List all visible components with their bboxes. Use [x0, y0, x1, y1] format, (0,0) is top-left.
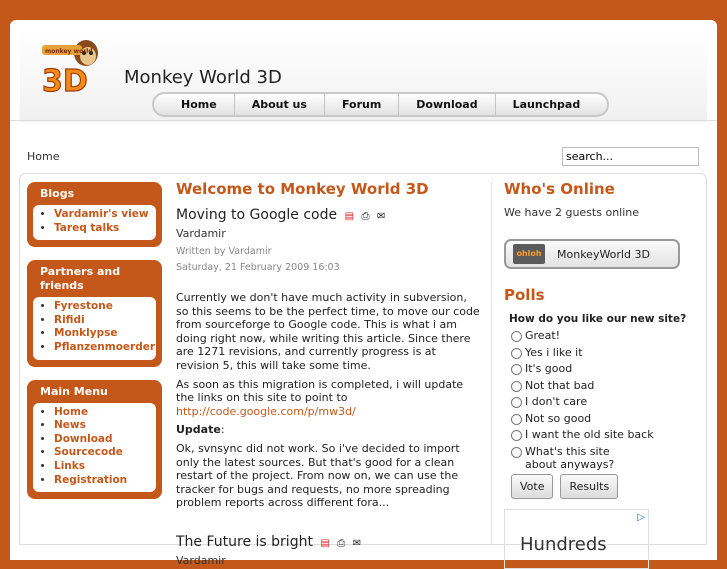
poll-option[interactable]: I don't care: [511, 395, 704, 408]
article-date: Saturday, 21 February 2009 16:03: [176, 262, 340, 273]
blogs-module: Blogs Vardamir's view Tareq talks: [27, 182, 162, 248]
poll-radio[interactable]: [511, 347, 522, 359]
article-author: Vardamir: [176, 553, 226, 567]
main-nav: Home About us Forum Download Launchpad: [152, 92, 610, 117]
partner-link[interactable]: Fyrestone: [54, 300, 152, 314]
site-logo[interactable]: monkey world 3D: [38, 35, 103, 100]
partner-link[interactable]: Rifidi: [54, 314, 152, 328]
article-title: Moving to Google code ▤ ⎙ ✉: [176, 207, 480, 223]
ad-banner[interactable]: ▷ Hundreds: [504, 509, 649, 569]
menu-link-sourcecode[interactable]: Sourcecode: [54, 446, 152, 460]
print-icon[interactable]: ⎙: [337, 538, 345, 549]
poll-option[interactable]: It's good: [511, 362, 704, 375]
left-column: Blogs Vardamir's view Tareq talks Partne…: [27, 182, 162, 512]
poll-option[interactable]: Yes i like it: [511, 346, 704, 359]
right-column: Who's Online We have 2 guests online ohl…: [504, 180, 704, 569]
nav-forum[interactable]: Forum: [323, 94, 398, 115]
poll-option[interactable]: Not that bad: [511, 379, 704, 392]
pdf-icon[interactable]: ▤: [345, 211, 354, 222]
whos-online-text: We have 2 guests online: [504, 206, 640, 219]
partners-module: Partners and friends Fyrestone Rifidi Mo…: [27, 260, 162, 367]
results-button[interactable]: Results: [560, 474, 619, 499]
partner-link[interactable]: Monklypse: [54, 327, 152, 341]
svg-text:3D: 3D: [42, 64, 88, 95]
blogs-title: Blogs: [40, 187, 75, 200]
poll-option[interactable]: I want the old site back: [511, 428, 704, 441]
page-heading: Welcome to Monkey World 3D: [176, 180, 429, 198]
pdf-icon[interactable]: ▤: [320, 538, 329, 549]
vote-button[interactable]: Vote: [511, 474, 554, 499]
polls-title: Polls: [504, 286, 545, 304]
poll-option[interactable]: What's this site about anyways?: [511, 445, 631, 471]
article-title-link[interactable]: Moving to Google code: [176, 207, 337, 223]
svg-text:monkey world: monkey world: [45, 48, 93, 55]
nav-home[interactable]: Home: [164, 94, 234, 115]
update-label: Update:: [176, 423, 225, 437]
poll-radio[interactable]: [511, 364, 522, 375]
main-menu-module: Main Menu Home News Download Sourcecode …: [27, 379, 162, 500]
article-written-by: Written by Vardamir: [176, 246, 272, 257]
article-title: The Future is bright ▤ ⎙ ✉: [176, 534, 480, 550]
article-paragraph: As soon as this migration is completed, …: [176, 377, 464, 418]
breadcrumb[interactable]: Home: [27, 150, 59, 163]
poll-radio[interactable]: [511, 446, 522, 458]
search-input[interactable]: [562, 147, 699, 166]
menu-link-home[interactable]: Home: [54, 406, 152, 420]
email-icon[interactable]: ✉: [377, 211, 385, 222]
whos-online-title: Who's Online: [504, 180, 615, 198]
header-divider: [10, 120, 717, 121]
menu-link-links[interactable]: Links: [54, 460, 152, 474]
nav-launchpad[interactable]: Launchpad: [494, 94, 598, 115]
menu-link-registration[interactable]: Registration: [54, 474, 152, 488]
nav-about-us[interactable]: About us: [233, 94, 324, 115]
print-icon[interactable]: ⎙: [361, 211, 369, 222]
poll-radio[interactable]: [511, 430, 522, 441]
column-divider: [491, 182, 492, 544]
poll-option[interactable]: Great!: [511, 329, 704, 342]
nav-download[interactable]: Download: [398, 94, 494, 115]
site-title: Monkey World 3D: [124, 67, 282, 88]
poll-radio[interactable]: [511, 331, 522, 342]
article-paragraph: Ok, svnsync did not work. So i've decide…: [176, 441, 460, 510]
poll-radio[interactable]: [511, 380, 522, 392]
google-code-link[interactable]: http://code.google.com/p/mw3d/: [176, 405, 356, 418]
poll-radio[interactable]: [511, 413, 522, 425]
partner-link[interactable]: Pflanzenmoerder: [54, 341, 155, 355]
blog-link[interactable]: Vardamir's view: [54, 208, 152, 222]
article-body: Currently we don't have much activity in…: [176, 291, 480, 510]
partners-title: Partners and friends: [40, 265, 121, 293]
menu-link-news[interactable]: News: [54, 419, 152, 433]
main-column: Welcome to Monkey World 3D Moving to Goo…: [176, 180, 480, 567]
ohloh-badge-label: MonkeyWorld 3D: [557, 247, 650, 261]
poll-buttons: Vote Results: [511, 474, 704, 499]
blog-link[interactable]: Tareq talks: [54, 222, 152, 236]
poll-radio[interactable]: [511, 397, 522, 408]
ohloh-badge-button[interactable]: ohloh MonkeyWorld 3D: [504, 239, 680, 269]
article-title-link[interactable]: The Future is bright: [176, 534, 313, 550]
article-author: Vardamir: [176, 227, 226, 240]
article-paragraph: Currently we don't have much activity in…: [176, 291, 480, 372]
adchoices-icon[interactable]: ▷: [637, 512, 645, 523]
ohloh-icon: ohloh: [513, 244, 545, 264]
poll-question: How do you like our new site?: [509, 313, 687, 325]
email-icon[interactable]: ✉: [353, 538, 361, 549]
poll-option[interactable]: Not so good: [511, 412, 704, 425]
menu-link-download[interactable]: Download: [54, 433, 152, 447]
main-menu-title: Main Menu: [40, 384, 108, 398]
